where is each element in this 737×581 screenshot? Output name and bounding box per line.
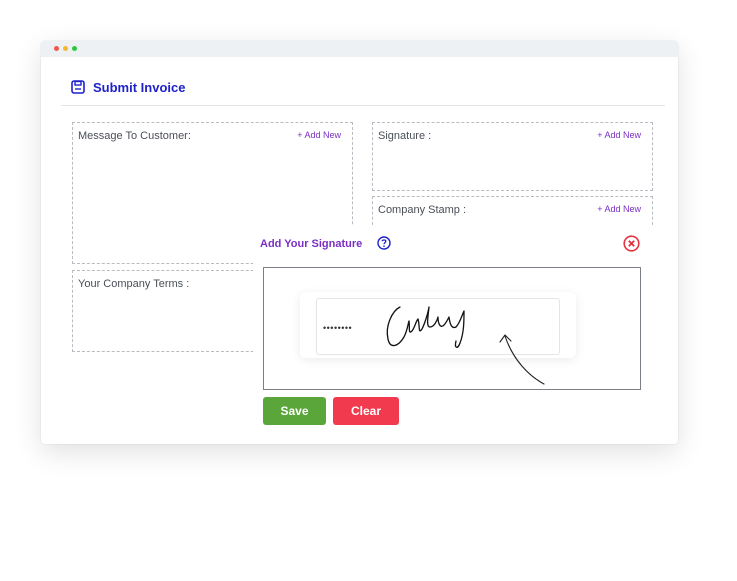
- terms-label: Your Company Terms :: [78, 278, 190, 290]
- stamp-label: Company Stamp :: [378, 204, 467, 216]
- window-titlebar: [41, 41, 678, 57]
- save-icon: [71, 80, 85, 94]
- password-mask: ••••••••: [323, 323, 353, 333]
- handwritten-signature: [386, 306, 465, 348]
- signature-label: Signature :: [378, 130, 432, 142]
- message-add-new-link[interactable]: + Add New: [297, 130, 341, 140]
- window-close-dot[interactable]: [54, 46, 59, 51]
- signature-pad[interactable]: ••••••••: [263, 267, 641, 390]
- close-icon[interactable]: [623, 235, 640, 252]
- window-maximize-dot[interactable]: [72, 46, 77, 51]
- header-divider: [61, 105, 665, 106]
- hand-drawn-arrow-icon: [499, 334, 545, 385]
- help-icon[interactable]: [377, 236, 391, 250]
- signature-add-new-link[interactable]: + Add New: [597, 130, 641, 140]
- message-label: Message To Customer:: [78, 130, 191, 142]
- save-button[interactable]: Save: [263, 397, 326, 425]
- modal-title: Add Your Signature: [260, 238, 363, 250]
- page-title: Submit Invoice: [93, 79, 186, 95]
- signature-box[interactable]: Signature : + Add New: [372, 122, 653, 191]
- page-header: Submit Invoice: [71, 78, 185, 96]
- clear-button[interactable]: Clear: [333, 397, 399, 425]
- stamp-add-new-link[interactable]: + Add New: [597, 204, 641, 214]
- app-window: Submit Invoice Message To Customer: + Ad…: [41, 41, 678, 444]
- add-signature-modal: Add Your Signature •••••••• Save Clear: [253, 225, 663, 437]
- window-minimize-dot[interactable]: [63, 46, 68, 51]
